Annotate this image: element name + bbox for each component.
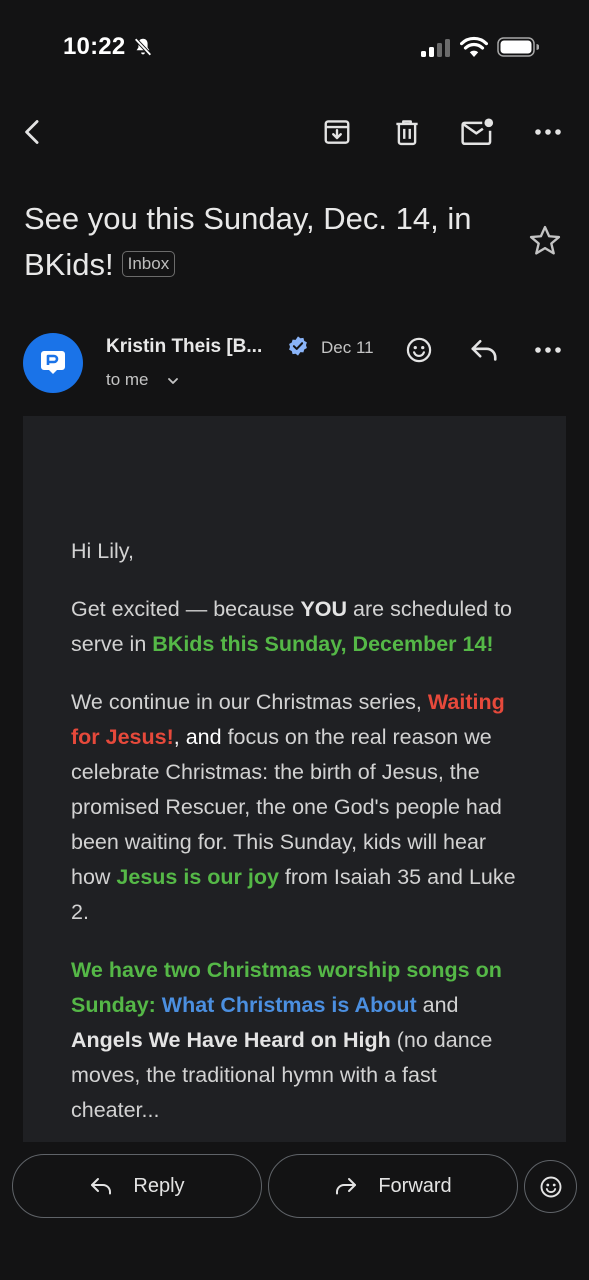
email-body-content: Hi Lily, Get excited — because YOU are s…: [71, 534, 523, 1142]
reply-icon-button[interactable]: [462, 328, 506, 372]
sender-name[interactable]: Kristin Theis [B...: [106, 336, 262, 358]
archive-icon: [324, 120, 350, 144]
signal-icon: [421, 39, 450, 57]
wifi-icon: [460, 36, 488, 57]
reply-icon: [91, 1178, 112, 1195]
emoji-icon: [406, 337, 432, 363]
song-link[interactable]: What Christmas is About: [162, 993, 417, 1017]
verified-badge-icon: [289, 336, 307, 356]
forward-label: Forward: [378, 1174, 452, 1197]
subject-text: See you this Sunday, Dec. 14, in BKids!: [24, 201, 472, 282]
sender-avatar[interactable]: [23, 333, 83, 393]
planning-center-logo-icon: [41, 351, 65, 374]
reply-icon: [471, 339, 497, 361]
back-button[interactable]: [11, 110, 55, 154]
archive-button[interactable]: [315, 110, 359, 154]
paragraph-2: We continue in our Christmas series, Wai…: [71, 690, 516, 924]
chevron-down-icon[interactable]: [166, 374, 180, 388]
star-button[interactable]: [526, 222, 564, 260]
status-time: 10:22: [63, 33, 126, 60]
bell-slash-icon: [134, 37, 152, 57]
email-subject: See you this Sunday, Dec. 14, in BKids! I…: [24, 196, 504, 288]
more-horizontal-icon: [535, 347, 561, 353]
reply-label: Reply: [133, 1174, 185, 1197]
more-vertical-icon: [535, 129, 561, 135]
back-arrow-icon: [25, 120, 39, 144]
add-reaction-button[interactable]: [397, 328, 441, 372]
email-body[interactable]: Hi Lily, Get excited — because YOU are s…: [23, 416, 566, 1142]
forward-icon: [336, 1178, 357, 1195]
reply-button[interactable]: Reply: [12, 1154, 262, 1218]
recipient-summary[interactable]: to me: [106, 370, 149, 390]
bottom-action-bar: Reply Forward: [0, 1142, 589, 1280]
message-more-button[interactable]: [526, 328, 570, 372]
paragraph-3: We have two Christmas worship songs on S…: [71, 958, 502, 1122]
star-icon: [529, 225, 561, 255]
paragraph-1: Get excited — because YOU are scheduled …: [71, 597, 513, 656]
trash-icon: [396, 120, 418, 146]
forward-button[interactable]: Forward: [268, 1154, 518, 1218]
mark-unread-button[interactable]: [455, 110, 499, 154]
battery-icon: [497, 37, 539, 57]
emoji-icon: [540, 1176, 561, 1197]
mark-unread-icon: [461, 118, 494, 146]
delete-button[interactable]: [385, 110, 429, 154]
status-bar: 10:22: [0, 0, 589, 95]
greeting: Hi Lily,: [71, 539, 134, 563]
inbox-label-chip[interactable]: Inbox: [121, 250, 176, 277]
reaction-button[interactable]: [524, 1160, 577, 1213]
more-options-button[interactable]: [526, 110, 570, 154]
email-date: Dec 11: [321, 338, 374, 357]
